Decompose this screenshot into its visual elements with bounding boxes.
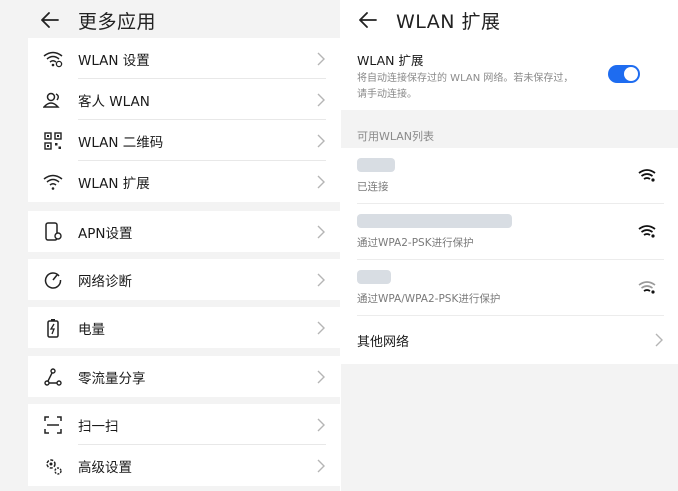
chevron-right-icon: [317, 321, 325, 334]
network-status: 通过WPA2-PSK进行保护: [357, 237, 474, 249]
guest-users-icon: [42, 89, 64, 111]
menu-item-scan[interactable]: 扫一扫: [28, 404, 340, 445]
chevron-right-icon: [317, 175, 325, 188]
more-apps-header: 更多应用: [0, 0, 340, 40]
share-icon: [42, 366, 64, 388]
menu-item-guest-wlan[interactable]: 客人 WLAN: [28, 79, 340, 120]
wifi-signal-strong-icon: [638, 169, 656, 182]
diagnose-card: 网络诊断: [28, 259, 340, 300]
wlan-network-item[interactable]: 通过WPA2-PSK进行保护: [341, 204, 678, 260]
page-title: 更多应用: [78, 10, 157, 33]
extension-desc-line2: 请手动连接。: [357, 89, 417, 100]
qrcode-icon: [42, 130, 64, 152]
menu-item-label: WLAN 设置: [78, 52, 150, 69]
menu-item-wlan-extend[interactable]: WLAN 扩展: [28, 161, 340, 202]
chevron-right-icon: [655, 333, 663, 347]
network-status: 已连接: [357, 181, 389, 193]
scan-icon: [42, 414, 64, 436]
menu-item-label: 零流量分享: [78, 370, 146, 387]
network-name-redacted: [357, 158, 395, 172]
chevron-right-icon: [317, 93, 325, 106]
apn-phone-icon: [42, 221, 64, 243]
chevron-right-icon: [317, 52, 325, 65]
other-networks-label: 其他网络: [357, 335, 410, 350]
chevron-right-icon: [317, 418, 325, 431]
menu-item-network-diagnose[interactable]: 网络诊断: [28, 259, 340, 300]
network-status: 通过WPA/WPA2-PSK进行保护: [357, 293, 501, 305]
network-name-redacted: [357, 270, 391, 284]
page-title: WLAN 扩展: [396, 10, 501, 33]
menu-item-battery[interactable]: 电量: [28, 307, 340, 348]
back-arrow-icon[interactable]: [358, 10, 378, 30]
chevron-right-icon: [317, 225, 325, 238]
apn-card: APN设置: [28, 211, 340, 252]
wlan-network-item[interactable]: 通过WPA/WPA2-PSK进行保护: [341, 260, 678, 316]
wifi-signal-strong-icon: [638, 225, 656, 238]
other-networks-item[interactable]: 其他网络: [341, 316, 678, 364]
menu-item-label: APN设置: [78, 225, 133, 242]
battery-card: 电量: [28, 307, 340, 348]
wlan-extend-toggle[interactable]: [608, 65, 640, 83]
chevron-right-icon: [317, 273, 325, 286]
wlan-extend-screen: WLAN 扩展 WLAN 扩展 将自动连接保存过的 WLAN 网络。若未保存过，…: [341, 0, 678, 491]
menu-item-label: 高级设置: [78, 459, 132, 476]
menu-item-advanced-settings[interactable]: 高级设置: [28, 445, 340, 486]
menu-item-label: 客人 WLAN: [78, 93, 150, 110]
wifi-signal-weak-icon: [638, 281, 656, 294]
menu-item-label: WLAN 二维码: [78, 134, 164, 151]
chevron-right-icon: [317, 134, 325, 147]
battery-icon: [42, 317, 64, 339]
menu-item-label: 扫一扫: [78, 418, 119, 435]
menu-item-label: 网络诊断: [78, 273, 132, 290]
chevron-right-icon: [317, 459, 325, 472]
wlan-list-card: 已连接 通过WPA2-PSK进行保护 通过WPA/WPA2-PSK进行保护 其他…: [341, 148, 678, 364]
menu-item-wlan-settings[interactable]: WLAN 设置: [28, 38, 340, 79]
wlan-extend-header: WLAN 扩展: [341, 0, 678, 40]
extension-desc-line1: 将自动连接保存过的 WLAN 网络。若未保存过，: [357, 73, 574, 84]
diagnose-icon: [42, 269, 64, 291]
menu-item-zero-traffic-share[interactable]: 零流量分享: [28, 356, 340, 397]
network-name-redacted: [357, 214, 512, 228]
menu-item-apn-settings[interactable]: APN设置: [28, 211, 340, 252]
menu-item-wlan-qrcode[interactable]: WLAN 二维码: [28, 120, 340, 161]
wlan-group-card: WLAN 设置 客人 WLAN WLAN 二维码 WLAN 扩展: [28, 38, 340, 202]
more-apps-screen: 更多应用 WLAN 设置 客人 WLAN WLAN 二维码 WLAN 扩展 AP…: [0, 0, 340, 491]
tools-card: 扫一扫 高级设置: [28, 404, 340, 486]
menu-item-label: 电量: [78, 321, 105, 338]
wifi-extend-icon: [42, 171, 64, 193]
wifi-settings-icon: [42, 48, 64, 70]
menu-item-label: WLAN 扩展: [78, 175, 150, 192]
back-arrow-icon[interactable]: [40, 10, 60, 30]
wlan-network-item[interactable]: 已连接: [341, 148, 678, 204]
extension-label: WLAN 扩展: [357, 53, 424, 68]
available-wlan-list-label: 可用WLAN列表: [357, 130, 435, 143]
chevron-right-icon: [317, 370, 325, 383]
share-card: 零流量分享: [28, 356, 340, 397]
advanced-settings-icon: [42, 455, 64, 477]
